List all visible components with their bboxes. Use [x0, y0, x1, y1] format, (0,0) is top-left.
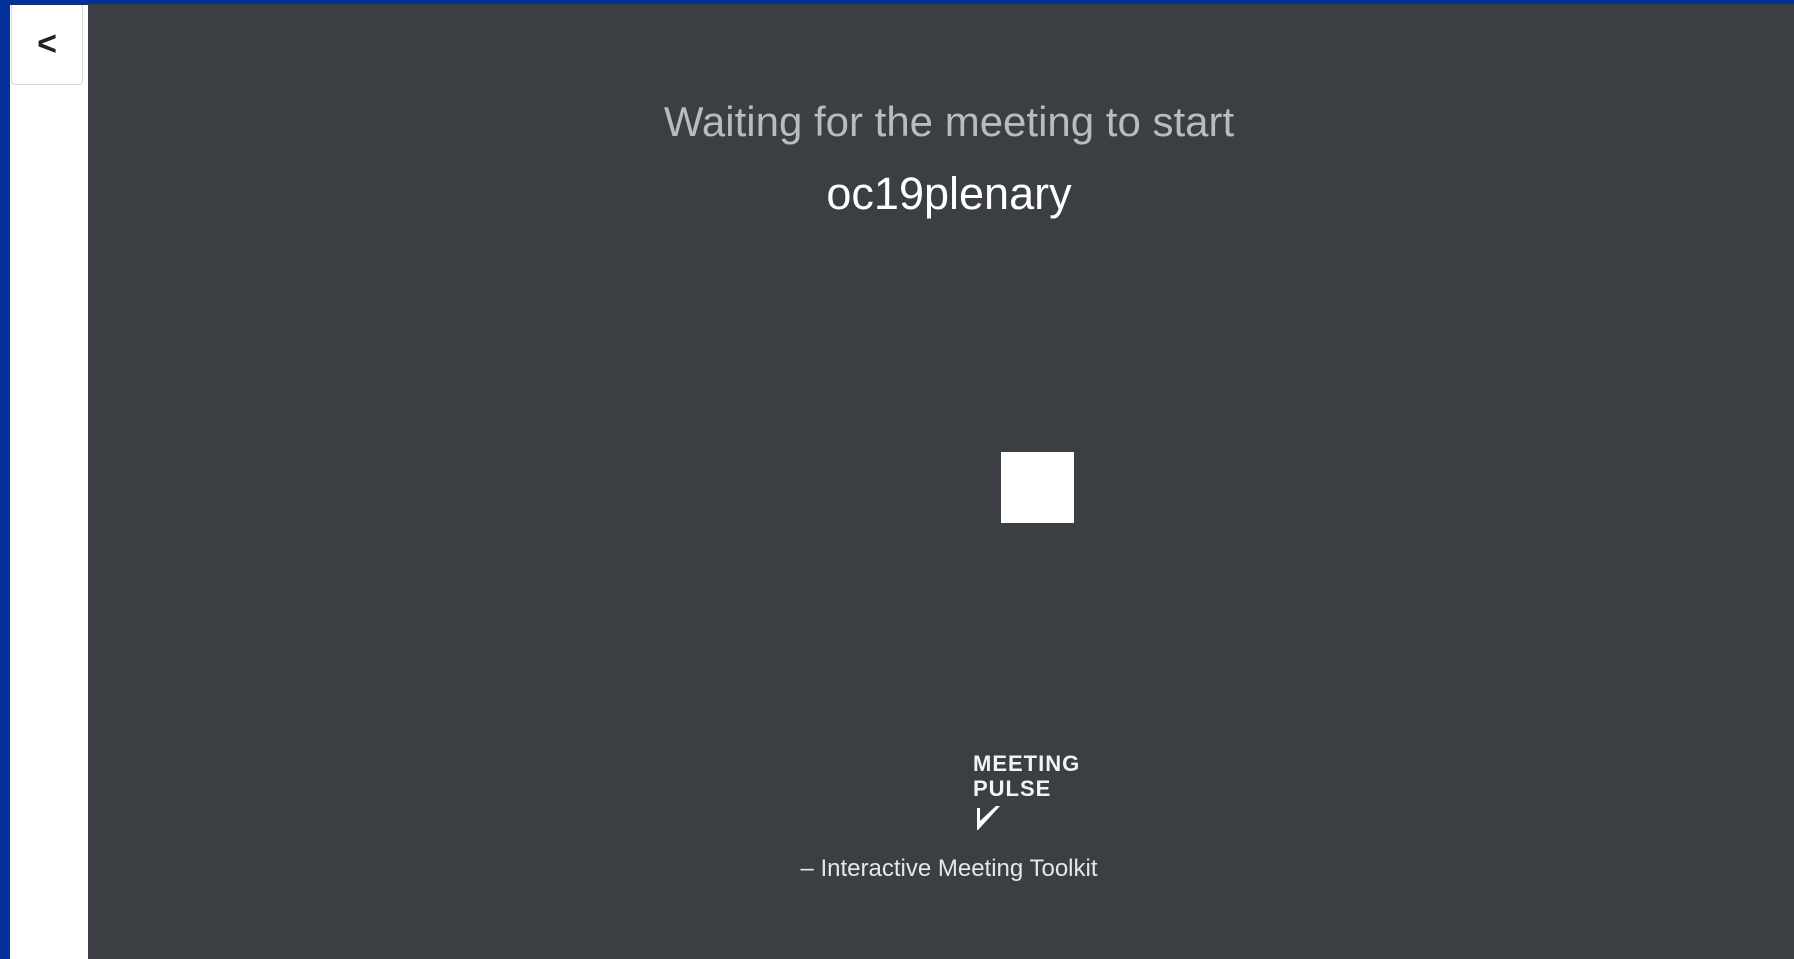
left-sidebar: [10, 5, 88, 959]
meeting-pulse-logo: MEETING PULSE: [973, 751, 1113, 801]
pulse-check-icon: [977, 806, 1000, 830]
loading-indicator: [1001, 452, 1074, 523]
back-button[interactable]: <: [11, 5, 83, 85]
brand-tagline: – Interactive Meeting Toolkit: [800, 855, 1098, 882]
back-button-label: <: [37, 25, 57, 63]
waiting-status-title: Waiting for the meeting to start: [663, 98, 1235, 145]
meeting-waiting-screen: Waiting for the meeting to start oc19ple…: [88, 4, 1794, 959]
application-frame: < Waiting for the meeting to start oc19p…: [0, 0, 1794, 959]
brand-line-1: MEETING: [973, 751, 1081, 776]
meeting-name: oc19plenary: [826, 168, 1072, 219]
brand-line-2: PULSE: [973, 776, 1052, 801]
